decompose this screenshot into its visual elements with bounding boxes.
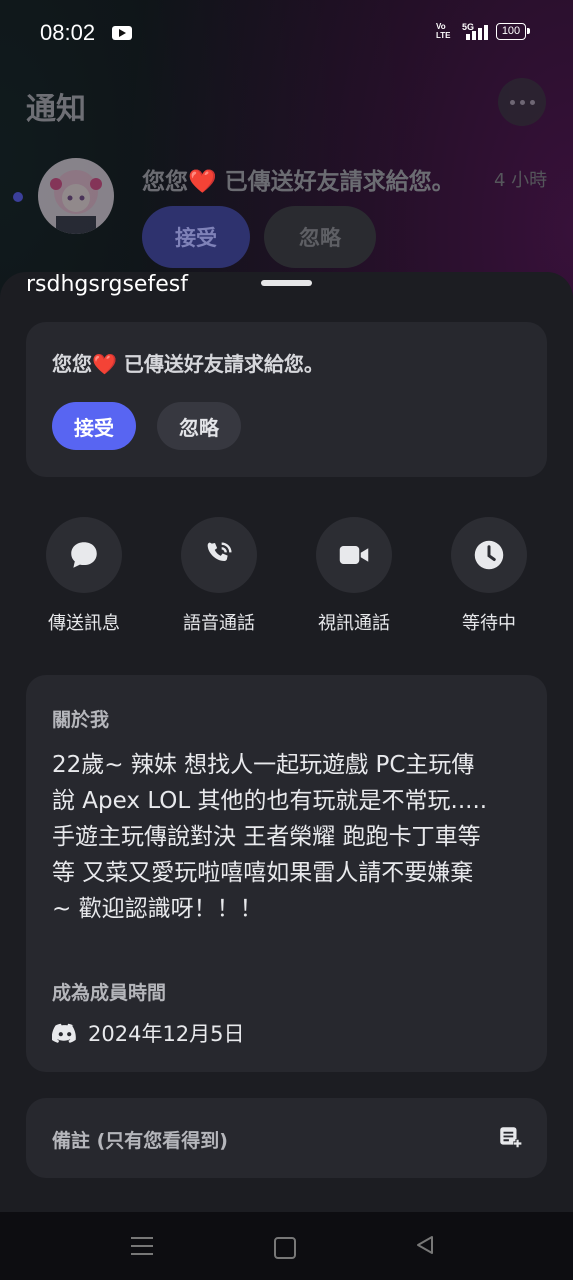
add-note-icon[interactable]	[497, 1124, 523, 1150]
pending-label: 等待中	[462, 613, 516, 634]
background-accept-button[interactable]: 接受	[142, 206, 250, 268]
volte-indicator: Vo LTE	[436, 22, 451, 40]
back-button[interactable]	[414, 1234, 436, 1256]
status-time: 08:02	[40, 20, 96, 45]
note-label: 備註 (只有您看得到)	[52, 1130, 228, 1152]
voice-call-label: 語音通話	[183, 613, 255, 634]
video-call-button[interactable]	[316, 517, 392, 593]
battery-icon: 100	[496, 23, 530, 40]
volte-bottom: LTE	[436, 31, 451, 40]
username: rsdhgsrgsefesf	[26, 272, 188, 297]
video-camera-icon	[339, 546, 369, 564]
member-since-date: 2024年12月5日	[88, 1022, 245, 1046]
youtube-icon	[112, 26, 132, 40]
video-call-label: 視訊通話	[318, 613, 390, 634]
friend-request-card: 您您❤️ 已傳送好友請求給您。 接受 忽略	[26, 322, 547, 477]
about-me-heading: 關於我	[52, 709, 110, 731]
member-since-heading: 成為成員時間	[52, 982, 167, 1004]
pending-button[interactable]	[451, 517, 527, 593]
volte-top: Vo	[436, 22, 446, 31]
more-options-button[interactable]	[498, 78, 546, 126]
action-row: 傳送訊息 語音通話 視訊通話 等待中	[0, 517, 573, 637]
about-me-card: 關於我 22歲~ 辣妹 想找人一起玩遊戲 PC主玩傳 說 Apex LOL 其他…	[26, 675, 547, 1072]
profile-sheet: rsdhgsrgsefesf 您您❤️ 已傳送好友請求給您。 接受 忽略 傳送訊…	[0, 272, 573, 1212]
avatar[interactable]	[38, 158, 114, 234]
notification-time: 4 小時	[494, 170, 548, 191]
home-button[interactable]	[274, 1237, 296, 1259]
send-message-label: 傳送訊息	[48, 613, 120, 634]
system-nav-bar	[0, 1212, 573, 1280]
sheet-drag-handle[interactable]	[261, 280, 312, 286]
screen: 08:02 Vo LTE 5G 100 通知 您您❤️ 已傳送好友請求給您。 4…	[0, 0, 573, 1280]
friend-request-text: 您您❤️ 已傳送好友請求給您。	[52, 352, 324, 376]
signal-icon	[464, 24, 488, 40]
accept-button[interactable]: 接受	[52, 402, 136, 450]
member-since-row: 2024年12月5日	[52, 1018, 245, 1048]
notification-text: 您您❤️ 已傳送好友請求給您。	[142, 169, 455, 195]
note-card[interactable]: 備註 (只有您看得到)	[26, 1098, 547, 1178]
pending-action[interactable]: 等待中	[429, 517, 549, 635]
send-message-action[interactable]: 傳送訊息	[24, 517, 144, 635]
recent-apps-button[interactable]	[131, 1237, 153, 1261]
phone-icon	[207, 542, 232, 561]
discord-icon	[52, 1023, 76, 1043]
more-icon	[509, 99, 535, 105]
ignore-button[interactable]: 忽略	[157, 402, 241, 450]
about-me-text: 22歲~ 辣妹 想找人一起玩遊戲 PC主玩傳 說 Apex LOL 其他的也有玩…	[52, 752, 488, 922]
send-message-button[interactable]	[46, 517, 122, 593]
voice-call-action[interactable]: 語音通話	[159, 517, 279, 635]
video-call-action[interactable]: 視訊通話	[294, 517, 414, 635]
status-bar: 08:02 Vo LTE 5G 100	[0, 0, 573, 66]
unread-indicator	[13, 192, 23, 202]
chat-bubble-icon	[71, 542, 97, 568]
background-ignore-button[interactable]: 忽略	[264, 206, 376, 268]
page-title: 通知	[26, 92, 86, 127]
clock-icon	[474, 540, 504, 570]
voice-call-button[interactable]	[181, 517, 257, 593]
